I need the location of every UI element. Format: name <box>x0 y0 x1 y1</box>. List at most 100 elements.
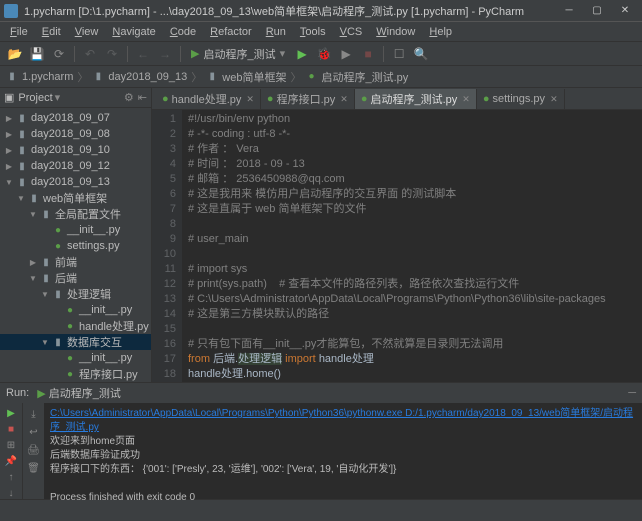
tree-twisty-icon[interactable]: ▼ <box>40 337 50 347</box>
menu-edit[interactable]: Edit <box>36 24 67 40</box>
print-icon[interactable]: 🖨 <box>27 443 41 457</box>
editor-tab[interactable]: ●启动程序_测试.py✕ <box>355 89 477 109</box>
forward-icon[interactable]: → <box>156 45 174 63</box>
tree-twisty-icon[interactable] <box>52 321 62 331</box>
tree-twisty-icon[interactable] <box>52 353 62 363</box>
maximize-button[interactable]: ▢ <box>584 3 610 19</box>
tree-twisty-icon[interactable]: ▶ <box>4 113 14 123</box>
layout-icon[interactable]: ⊞ <box>4 439 18 451</box>
breadcrumb-item[interactable]: 启动程序_测试.py <box>321 69 408 85</box>
menu-tools[interactable]: Tools <box>294 24 332 40</box>
close-tab-icon[interactable]: ✕ <box>246 94 254 105</box>
run-config-selector[interactable]: ▶ 启动程序_测试 ▾ <box>187 46 289 62</box>
tree-node[interactable]: ●handle处理.py <box>0 318 151 334</box>
undo-icon[interactable]: ↶ <box>81 45 99 63</box>
editor-tab[interactable]: ●settings.py✕ <box>477 89 565 109</box>
tree-twisty-icon[interactable]: ▼ <box>40 289 50 299</box>
refresh-icon[interactable]: ⟳ <box>50 45 68 63</box>
coverage-icon[interactable]: ▶ <box>337 45 355 63</box>
gear-icon[interactable]: ⚙ <box>124 91 134 104</box>
folder-icon: ▮ <box>16 160 28 172</box>
editor-tab[interactable]: ●handle处理.py✕ <box>156 89 261 109</box>
vcs-icon[interactable]: ☐ <box>390 45 408 63</box>
tree-node[interactable]: ▶▮day2018_09_10 <box>0 142 151 158</box>
tree-node[interactable]: ●__init__.py <box>0 222 151 238</box>
menu-help[interactable]: Help <box>423 24 458 40</box>
down-icon[interactable]: ↓ <box>4 487 18 499</box>
menu-navigate[interactable]: Navigate <box>106 24 161 40</box>
tree-node[interactable]: ●程序接口.py <box>0 366 151 382</box>
redo-icon[interactable]: ↷ <box>103 45 121 63</box>
search-icon[interactable]: 🔍 <box>412 45 430 63</box>
menu-run[interactable]: Run <box>260 24 292 40</box>
folder-icon: ▮ <box>16 112 28 124</box>
tree-node[interactable]: ▼▮处理逻辑 <box>0 286 151 302</box>
rerun-icon[interactable]: ▶ <box>4 407 18 419</box>
close-button[interactable]: ✕ <box>612 3 638 19</box>
scroll-icon[interactable]: ⤓ <box>27 407 41 421</box>
folder-icon: ▮ <box>6 71 18 83</box>
tree-node[interactable]: ▶▮day2018_09_08 <box>0 126 151 142</box>
tree-node[interactable]: ▶▮day2018_09_12 <box>0 158 151 174</box>
breadcrumb-item[interactable]: web简单框架 <box>222 69 286 85</box>
wrap-icon[interactable]: ↩ <box>27 425 41 439</box>
tree-twisty-icon[interactable]: ▼ <box>16 193 26 203</box>
close-tab-icon[interactable]: ✕ <box>550 94 558 105</box>
up-icon[interactable]: ↑ <box>4 471 18 483</box>
debug-button[interactable]: 🐞 <box>315 45 333 63</box>
tree-node[interactable]: ▼▮day2018_09_13 <box>0 174 151 190</box>
sidebar-header[interactable]: ▣ Project ▾ ⚙ ⇤ <box>0 88 151 108</box>
hide-icon[interactable]: ─ <box>628 387 636 399</box>
console-output[interactable]: C:\Users\Administrator\AppData\Local\Pro… <box>44 403 642 499</box>
breadcrumb-item[interactable]: 1.pycharm <box>22 71 73 83</box>
tree-node[interactable]: ▼▮后端 <box>0 270 151 286</box>
console-header[interactable]: Run: ▶ 启动程序_测试 ─ <box>0 383 642 403</box>
tree-node-label: settings.py <box>67 240 120 252</box>
tree-twisty-icon[interactable]: ▶ <box>4 161 14 171</box>
clear-icon[interactable]: 🗑 <box>27 461 41 475</box>
code-editor[interactable]: 12345678910111213141516171819 #!/usr/bin… <box>152 110 642 382</box>
python-file-icon: ● <box>64 352 76 364</box>
menu-code[interactable]: Code <box>164 24 202 40</box>
menu-window[interactable]: Window <box>370 24 421 40</box>
tree-twisty-icon[interactable]: ▶ <box>28 257 38 267</box>
project-tree[interactable]: ▶▮day2018_09_07▶▮day2018_09_08▶▮day2018_… <box>0 108 151 382</box>
close-tab-icon[interactable]: ✕ <box>340 94 348 105</box>
collapse-icon[interactable]: ⇤ <box>138 91 147 104</box>
tree-node[interactable]: ●__init__.py <box>0 350 151 366</box>
menu-refactor[interactable]: Refactor <box>204 24 258 40</box>
tree-twisty-icon[interactable]: ▼ <box>28 273 38 283</box>
stop-button[interactable]: ■ <box>359 45 377 63</box>
tree-twisty-icon[interactable] <box>52 369 62 379</box>
menu-file[interactable]: File <box>4 24 34 40</box>
close-tab-icon[interactable]: ✕ <box>462 94 470 105</box>
tree-twisty-icon[interactable] <box>40 225 50 235</box>
tree-node[interactable]: ▼▮数据库交互 <box>0 334 151 350</box>
tree-twisty-icon[interactable]: ▼ <box>4 177 14 187</box>
open-icon[interactable]: 📂 <box>6 45 24 63</box>
menu-vcs[interactable]: VCS <box>334 24 369 40</box>
breadcrumb-item[interactable]: day2018_09_13 <box>108 71 187 83</box>
pin-icon[interactable]: 📌 <box>4 455 18 467</box>
stop-icon[interactable]: ■ <box>4 423 18 435</box>
save-icon[interactable]: 💾 <box>28 45 46 63</box>
run-button[interactable]: ▶ <box>293 45 311 63</box>
minimize-button[interactable]: ─ <box>556 3 582 19</box>
menu-view[interactable]: View <box>69 24 105 40</box>
tree-node[interactable]: ●__init__.py <box>0 302 151 318</box>
tree-node[interactable]: ▼▮全局配置文件 <box>0 206 151 222</box>
tree-twisty-icon[interactable]: ▶ <box>4 145 14 155</box>
tree-twisty-icon[interactable] <box>40 241 50 251</box>
tree-node[interactable]: ▼▮web简单框架 <box>0 190 151 206</box>
tree-node[interactable]: ▶▮前端 <box>0 254 151 270</box>
sidebar-title: Project <box>18 92 52 104</box>
console-header-label: Run: <box>6 387 29 399</box>
tree-node[interactable]: ▶▮day2018_09_07 <box>0 110 151 126</box>
tree-twisty-icon[interactable]: ▶ <box>4 129 14 139</box>
code-content[interactable]: #!/usr/bin/env python# -*- coding : utf-… <box>182 110 642 382</box>
tree-twisty-icon[interactable]: ▼ <box>28 209 38 219</box>
editor-tab[interactable]: ●程序接口.py✕ <box>261 89 355 109</box>
tree-node[interactable]: ●settings.py <box>0 238 151 254</box>
tree-twisty-icon[interactable] <box>52 305 62 315</box>
back-icon[interactable]: ← <box>134 45 152 63</box>
